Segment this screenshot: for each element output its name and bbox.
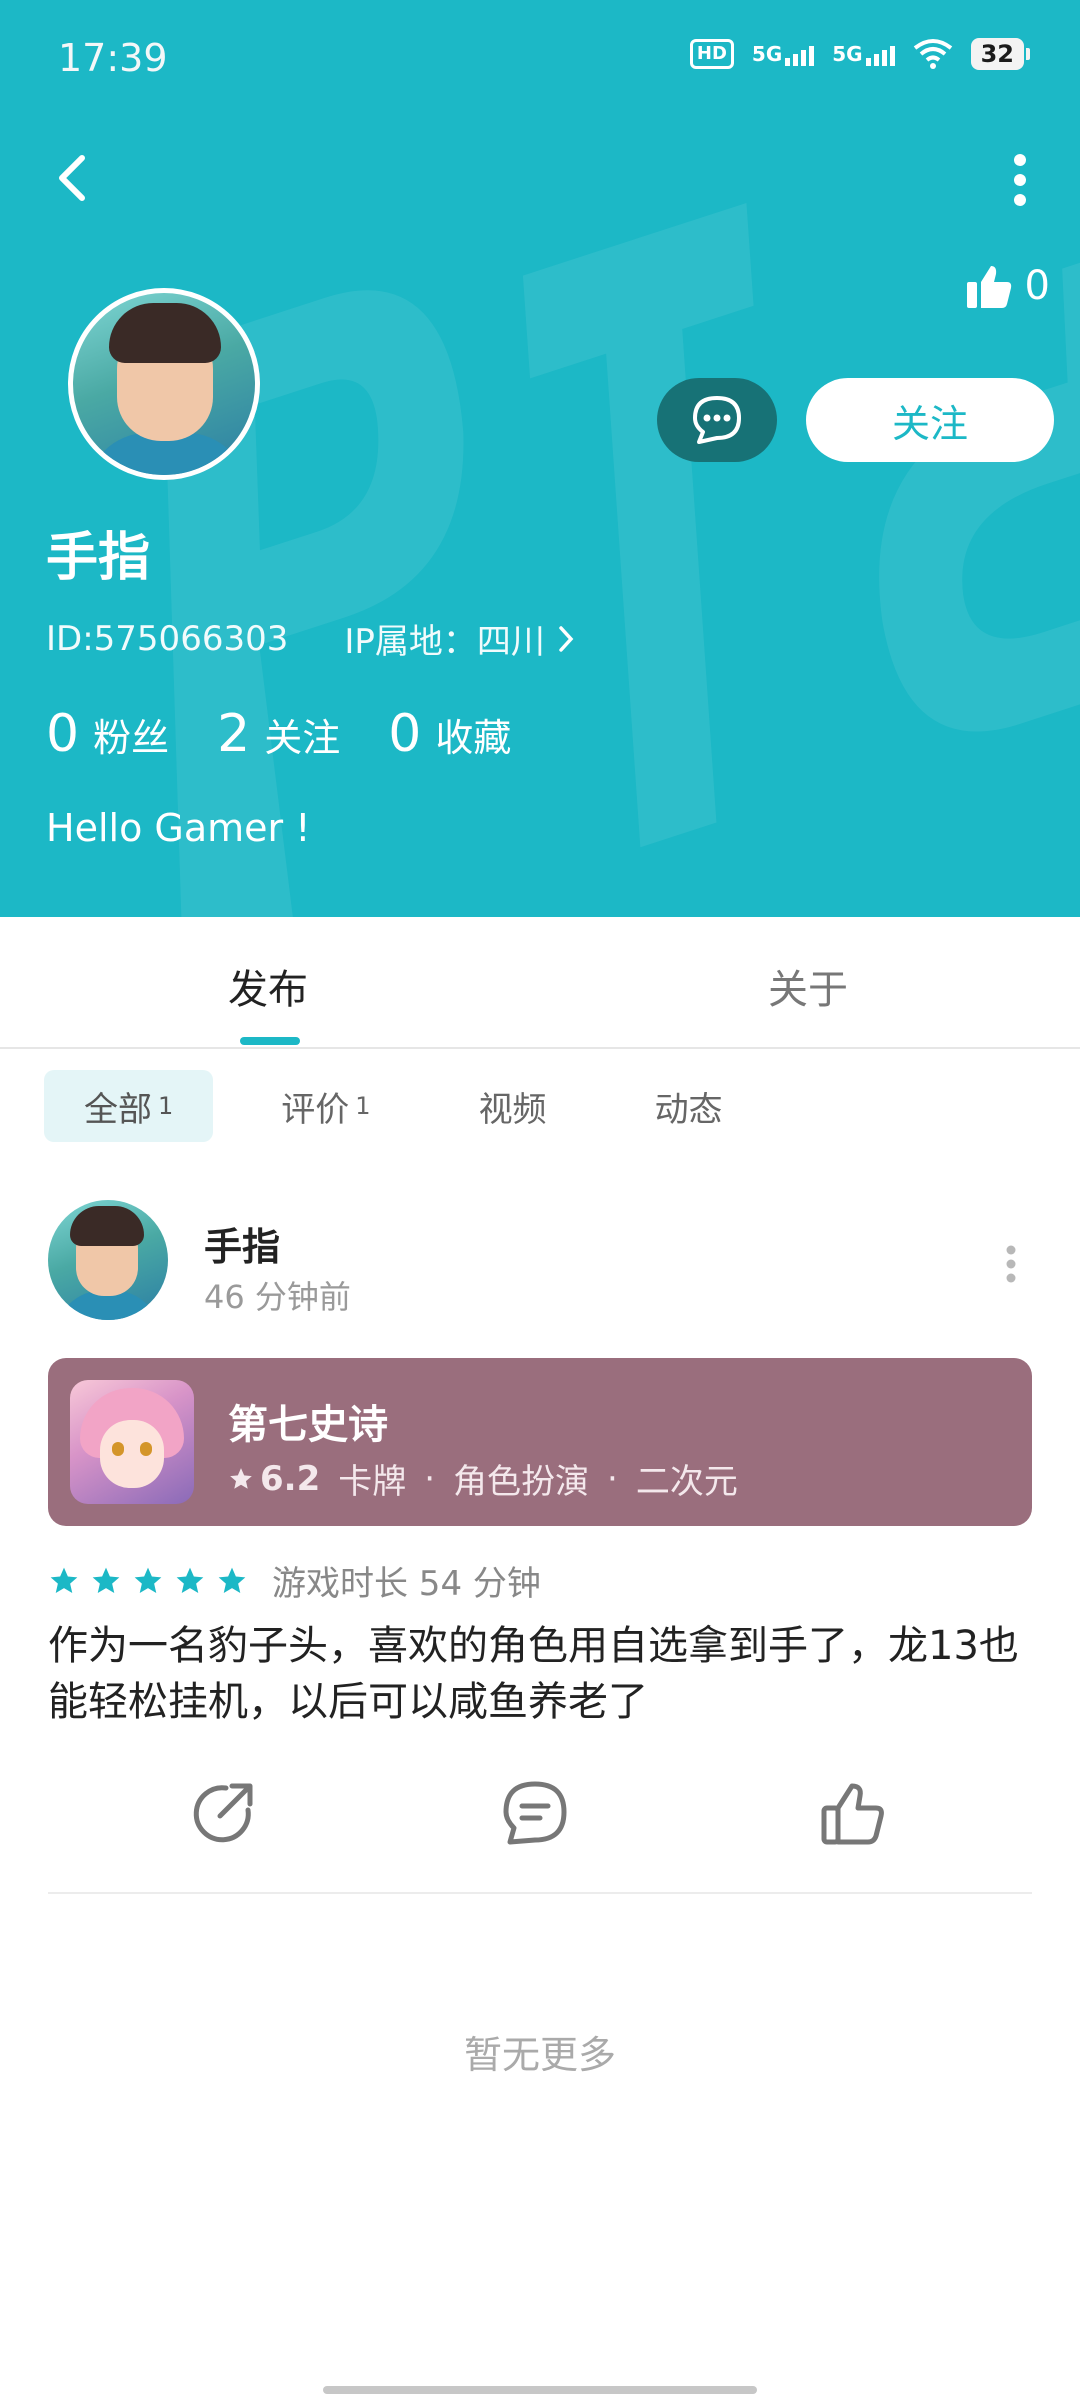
chevron-right-icon bbox=[559, 625, 574, 652]
tab-publish[interactable]: 发布 bbox=[228, 957, 308, 1015]
more-options-button[interactable] bbox=[1010, 150, 1030, 210]
game-card[interactable]: 第七史诗 6.2 卡牌 · 角色扮演 · 二次元 bbox=[48, 1358, 1032, 1526]
network-label-2: 5G bbox=[832, 42, 863, 66]
filter-all[interactable]: 全部 1 bbox=[44, 1070, 214, 1142]
wifi-icon bbox=[913, 39, 952, 69]
game-tag: 角色扮演 bbox=[453, 1462, 590, 1502]
filter-videos[interactable]: 视频 bbox=[439, 1070, 587, 1142]
signal-icon: 5G bbox=[751, 42, 815, 66]
post-actions bbox=[0, 1780, 1080, 1850]
filter-label: 全部 bbox=[84, 1089, 152, 1130]
comment-button[interactable] bbox=[502, 1780, 568, 1846]
review-stars bbox=[48, 1565, 248, 1597]
profile-header: 17:39 HD 5G 5G 32 0 关注 手指 ID:575066303 I… bbox=[0, 0, 1080, 917]
message-button[interactable] bbox=[657, 378, 777, 462]
chat-bubble-icon bbox=[693, 396, 741, 444]
tab-about[interactable]: 关于 bbox=[768, 957, 848, 1015]
status-icons: HD 5G 5G 32 bbox=[689, 38, 1031, 70]
post-avatar[interactable] bbox=[48, 1200, 168, 1320]
star-icon bbox=[218, 1567, 246, 1593]
post-header: 手指 46 分钟前 bbox=[48, 1200, 1032, 1324]
game-icon bbox=[70, 1380, 194, 1504]
tab-indicator bbox=[240, 1037, 300, 1045]
chevron-left-icon bbox=[59, 155, 85, 201]
tag-separator: · bbox=[607, 1458, 618, 1499]
post-more-button[interactable] bbox=[1004, 1244, 1018, 1284]
stat-favorites[interactable]: 0 收藏 bbox=[388, 704, 511, 764]
home-indicator[interactable] bbox=[323, 2386, 757, 2394]
tag-separator: · bbox=[424, 1458, 436, 1499]
game-rating: 6.2 bbox=[228, 1459, 320, 1499]
ip-location-text: IP属地：四川 bbox=[344, 622, 545, 662]
star-icon bbox=[134, 1567, 162, 1593]
comment-icon bbox=[503, 1781, 567, 1845]
signal-icon-2: 5G bbox=[832, 42, 895, 66]
filter-chips: 全部 1 评价 1 视频 动态 bbox=[44, 1070, 763, 1142]
post-timestamp: 46 分钟前 bbox=[204, 1278, 351, 1316]
share-icon bbox=[193, 1783, 253, 1843]
stat-number: 2 bbox=[217, 704, 251, 764]
stat-label: 关注 bbox=[264, 716, 341, 760]
back-button[interactable] bbox=[40, 142, 110, 212]
review-text: 作为一名豹子头，喜欢的角色用自选拿到手了，龙13也能轻松挂机，以后可以咸鱼养老了 bbox=[48, 1623, 1019, 1725]
stat-label: 收藏 bbox=[435, 716, 512, 760]
game-meta: 6.2 卡牌 · 角色扮演 · 二次元 bbox=[228, 1454, 738, 1503]
filter-count: 1 bbox=[355, 1092, 371, 1120]
filter-reviews[interactable]: 评价 1 bbox=[241, 1070, 410, 1142]
profile-bio: Hello Gamer ! bbox=[46, 806, 311, 850]
playtime: 游戏时长 54 分钟 bbox=[272, 1564, 541, 1604]
stat-number: 0 bbox=[46, 704, 80, 764]
profile-likes[interactable]: 0 bbox=[965, 262, 1050, 310]
battery-icon: 32 bbox=[970, 38, 1031, 70]
stat-followers[interactable]: 0 粉丝 bbox=[46, 704, 169, 764]
thumbs-up-icon bbox=[966, 266, 1011, 308]
game-tag: 二次元 bbox=[635, 1462, 738, 1502]
ip-location[interactable]: IP属地：四川 bbox=[344, 614, 575, 663]
profile-username: 手指 bbox=[46, 528, 151, 588]
star-icon bbox=[50, 1567, 78, 1593]
user-id: ID:575066303 bbox=[46, 618, 289, 659]
hd-icon: HD bbox=[689, 39, 734, 69]
star-icon bbox=[230, 1467, 252, 1489]
thumbs-up-outline-icon bbox=[821, 1783, 884, 1845]
rating-value: 6.2 bbox=[260, 1458, 321, 1499]
more-vertical-icon bbox=[1006, 1245, 1016, 1283]
status-time: 17:39 bbox=[58, 36, 168, 80]
stat-label: 粉丝 bbox=[93, 716, 170, 760]
share-button[interactable] bbox=[190, 1780, 256, 1846]
game-tag: 卡牌 bbox=[338, 1462, 407, 1502]
post-author-name[interactable]: 手指 bbox=[204, 1216, 280, 1271]
no-more-text: 暂无更多 bbox=[463, 2033, 616, 2077]
star-icon bbox=[176, 1567, 204, 1593]
filter-moments[interactable]: 动态 bbox=[615, 1070, 763, 1142]
game-title: 第七史诗 bbox=[228, 1402, 388, 1448]
stat-following[interactable]: 2 关注 bbox=[217, 704, 340, 764]
network-label: 5G bbox=[751, 42, 783, 66]
post-divider bbox=[48, 1892, 1032, 1894]
filter-count: 1 bbox=[158, 1092, 174, 1120]
star-icon bbox=[92, 1567, 120, 1593]
like-button[interactable] bbox=[820, 1780, 886, 1846]
filter-label: 动态 bbox=[654, 1089, 723, 1130]
main-tabs: 发布 关于 bbox=[0, 917, 1080, 1049]
avatar[interactable] bbox=[68, 288, 260, 480]
status-bar: 17:39 HD 5G 5G 32 bbox=[0, 0, 1080, 120]
stat-number: 0 bbox=[388, 704, 422, 764]
filter-label: 评价 bbox=[281, 1089, 350, 1130]
follow-button[interactable]: 关注 bbox=[806, 378, 1054, 462]
filter-label: 视频 bbox=[478, 1089, 547, 1130]
review-rating-line: 游戏时长 54 分钟 bbox=[48, 1556, 541, 1605]
profile-meta: ID:575066303 IP属地：四川 bbox=[46, 614, 575, 663]
like-count-value: 0 bbox=[1024, 263, 1050, 309]
more-vertical-icon bbox=[1014, 154, 1026, 206]
profile-stats: 0 粉丝 2 关注 0 收藏 bbox=[46, 704, 511, 764]
